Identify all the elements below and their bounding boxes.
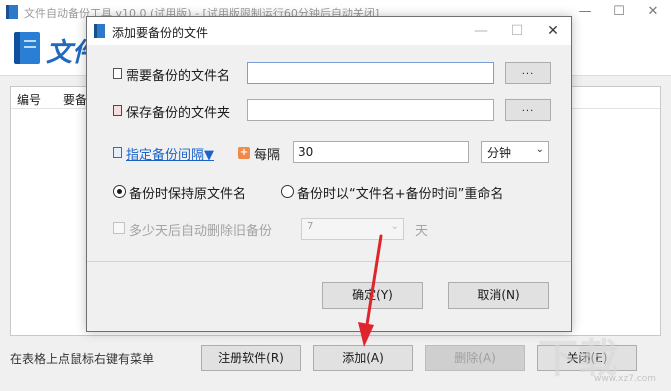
save-folder-input[interactable]	[247, 99, 494, 121]
register-button[interactable]: 注册软件(R)	[201, 345, 301, 371]
auto-delete-checkbox[interactable]	[113, 222, 125, 234]
ok-button[interactable]: 确定(Y)	[322, 282, 423, 309]
dialog-app-icon	[94, 24, 105, 38]
dialog-title: 添加要备份的文件	[112, 26, 209, 40]
radio-keep-filename-label[interactable]: 备份时保持原文件名	[129, 183, 246, 202]
maximize-icon[interactable]: ☐	[602, 0, 636, 24]
every-label: 每隔	[254, 148, 281, 163]
dialog-close-icon[interactable]: ✕	[535, 17, 571, 45]
auto-delete-label: 多少天后自动删除旧备份	[129, 224, 273, 239]
interval-value-input[interactable]	[293, 141, 469, 163]
plus-icon: +	[238, 147, 250, 159]
interval-mode-link[interactable]: 指定备份间隔▼	[126, 144, 214, 163]
minimize-icon[interactable]: —	[568, 0, 602, 24]
watermark: 下载 www.xz7.com	[538, 326, 668, 388]
radio-rename-with-time[interactable]	[281, 185, 294, 198]
file-name-label: 需要备份的文件名	[126, 69, 231, 84]
file-name-input[interactable]	[247, 62, 494, 84]
app-icon	[6, 5, 18, 19]
interval-unit-select[interactable]: 分钟 ⌄	[481, 141, 549, 163]
interval-unit-value: 分钟	[487, 146, 512, 160]
status-hint: 在表格上点鼠标右键有菜单	[10, 352, 155, 366]
browse-file-button[interactable]: ...	[505, 62, 551, 84]
close-icon[interactable]: ✕	[636, 0, 670, 24]
auto-delete-days-select[interactable]: 7 ⌄	[301, 218, 404, 240]
file-icon	[113, 68, 122, 79]
save-folder-label: 保存备份的文件夹	[126, 106, 231, 121]
folder-icon	[113, 105, 122, 116]
radio-keep-filename[interactable]	[113, 185, 126, 198]
add-button[interactable]: 添加(A)	[313, 345, 413, 371]
interval-icon	[113, 147, 122, 158]
dialog-divider	[87, 261, 571, 262]
watermark-url: www.xz7.com	[594, 374, 656, 384]
dialog-titlebar: 添加要备份的文件 — ☐ ✕	[87, 17, 571, 45]
dialog-maximize-icon: ☐	[510, 23, 524, 39]
add-backup-dialog: 添加要备份的文件 — ☐ ✕ 需要备份的文件名 ... 保存备份的文件夹 ...…	[86, 16, 572, 332]
chevron-down-icon: ⌄	[535, 144, 544, 155]
chevron-down-icon: ⌄	[390, 221, 399, 232]
column-header-file[interactable]: 要备	[63, 91, 87, 108]
delete-button[interactable]: 删除(A)	[425, 345, 525, 371]
cancel-button[interactable]: 取消(N)	[448, 282, 549, 309]
browse-folder-button[interactable]: ...	[505, 99, 551, 121]
auto-delete-unit: 天	[415, 224, 429, 239]
auto-delete-days-value: 7	[307, 221, 314, 232]
dialog-minimize-icon: —	[474, 23, 488, 39]
column-header-number[interactable]: 编号	[17, 91, 41, 108]
book-logo-icon	[14, 32, 40, 64]
radio-rename-with-time-label[interactable]: 备份时以“文件名+备份时间”重命名	[297, 183, 503, 202]
